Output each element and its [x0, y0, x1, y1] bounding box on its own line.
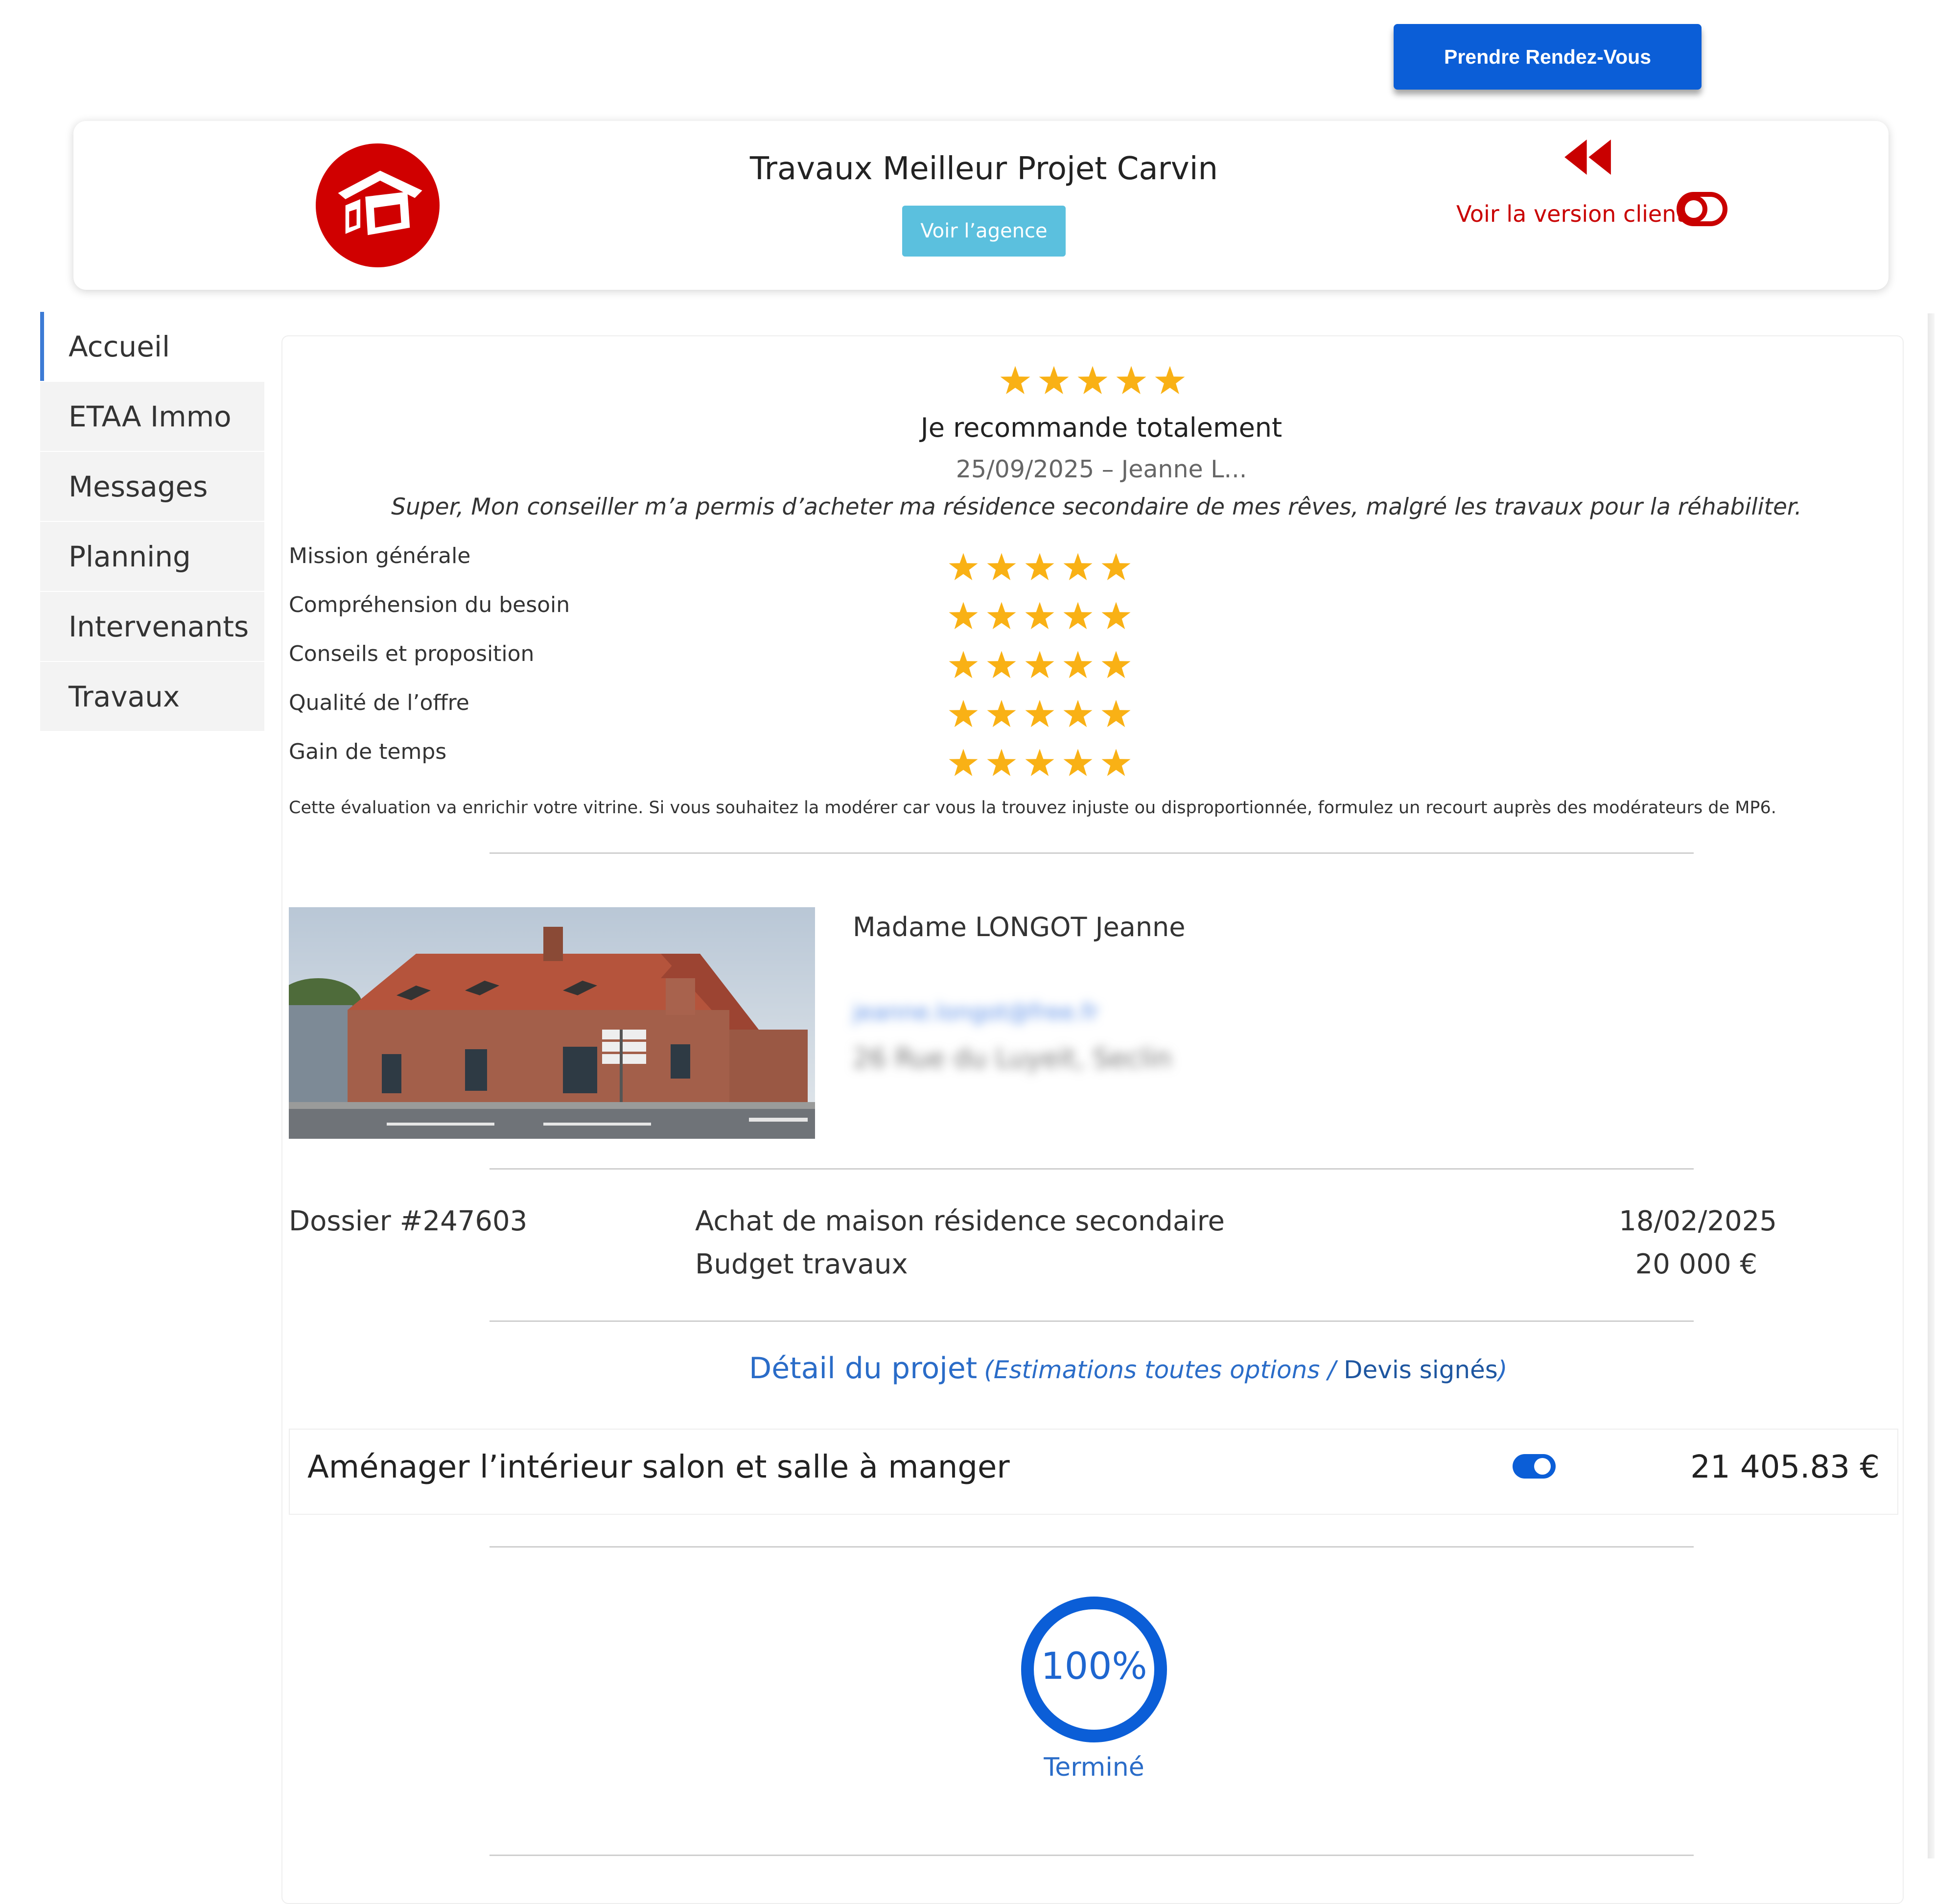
divider [490, 1168, 1694, 1170]
criterion-rating [948, 601, 1139, 633]
toggle-icon[interactable] [1677, 192, 1727, 226]
star-icon [987, 749, 1016, 776]
star-icon [1101, 602, 1131, 630]
star-icon [1025, 651, 1054, 679]
star-icon [1063, 553, 1093, 581]
criterion-rating [948, 552, 1139, 584]
divider [490, 1855, 1694, 1856]
star-icon [1000, 366, 1030, 395]
client-address: 26 Rue du Luyeit, Seclin [853, 1043, 1172, 1074]
criterion-label: Conseils et proposition [289, 641, 535, 666]
star-icon [1101, 700, 1131, 728]
star-icon [1039, 366, 1069, 395]
client-version-link[interactable]: Voir la version client [1456, 201, 1685, 227]
overall-rating [1000, 365, 1193, 398]
estimations-link[interactable]: Estimations toutes options / [994, 1356, 1336, 1384]
review-meta: 25/09/2025 – Jeanne L... [956, 455, 1247, 483]
rewind-icon[interactable] [1564, 140, 1611, 175]
paren-open: ( [984, 1356, 994, 1384]
star-icon [1101, 553, 1131, 581]
star-icon [1077, 366, 1108, 395]
divider [490, 852, 1694, 854]
star-icon [1063, 749, 1093, 776]
star-icon [1025, 700, 1054, 728]
star-icon [1025, 602, 1054, 630]
criterion-rating [948, 699, 1139, 731]
property-photo [289, 907, 815, 1139]
star-icon [1063, 602, 1093, 630]
criterion-label: Mission générale [289, 543, 471, 568]
review-disclaimer: Cette évaluation va enrichir votre vitri… [289, 798, 1776, 818]
star-icon [1101, 749, 1131, 776]
criterion-rating [948, 748, 1139, 780]
paren-close: ) [1497, 1356, 1508, 1384]
star-icon [949, 749, 978, 776]
project-detail-heading: Détail du projet (Estimations toutes opti… [749, 1351, 1507, 1386]
project-detail-subtitle: (Estimations toutes options / Devis sign… [984, 1356, 1507, 1384]
star-icon [1101, 651, 1131, 679]
criterion-rating [948, 650, 1139, 682]
project-type: Achat de maison résidence secondaire [695, 1205, 1225, 1237]
budget-value: 20 000 € [1635, 1248, 1757, 1280]
sidebar-item-etaa-immo[interactable]: ETAA Immo [40, 382, 264, 451]
review-title: Je recommande totalement [920, 412, 1283, 443]
project-detail-title[interactable]: Détail du projet [749, 1351, 977, 1386]
sidebar-item-messages[interactable]: Messages [40, 452, 264, 521]
star-icon [949, 553, 978, 581]
divider [490, 1546, 1694, 1548]
progress-status: Terminé [1044, 1753, 1144, 1782]
criterion-label: Gain de temps [289, 739, 447, 764]
star-icon [1025, 553, 1054, 581]
review-text: Super, Mon conseiller m’a permis d’achet… [391, 494, 1802, 520]
star-icon [949, 602, 978, 630]
star-icon [1063, 651, 1093, 679]
client-email[interactable]: jeanne.longot@free.fr [853, 999, 1098, 1025]
progress-percentage: 100% [1041, 1644, 1147, 1688]
scroll-edge [1928, 313, 1935, 1858]
view-agency-button[interactable]: Voir l’agence [902, 206, 1066, 257]
sidebar-item-accueil[interactable]: Accueil [40, 312, 264, 381]
star-icon [949, 700, 978, 728]
work-item-amount: 21 405.83 € [1690, 1449, 1880, 1485]
star-icon [987, 553, 1016, 581]
sidebar-item-planning[interactable]: Planning [40, 522, 264, 591]
project-date: 18/02/2025 [1619, 1205, 1777, 1237]
star-icon [987, 651, 1016, 679]
sidebar-item-travaux[interactable]: Travaux [40, 662, 264, 731]
divider [490, 1320, 1694, 1322]
work-item-title: Aménager l’intérieur salon et salle à ma… [307, 1449, 1010, 1485]
appointment-button[interactable]: Prendre Rendez-Vous [1394, 24, 1702, 90]
star-icon [1025, 749, 1054, 776]
work-item-toggle[interactable] [1513, 1452, 1556, 1481]
signed-quotes-link[interactable]: Devis signés [1344, 1356, 1498, 1384]
criterion-label: Qualité de l’offre [289, 690, 469, 715]
budget-label: Budget travaux [695, 1248, 908, 1280]
star-icon [949, 651, 978, 679]
star-icon [987, 602, 1016, 630]
sidebar: Accueil ETAA Immo Messages Planning Inte… [40, 312, 264, 732]
dossier-number: Dossier #247603 [289, 1205, 528, 1237]
sidebar-item-intervenants[interactable]: Intervenants [40, 592, 264, 661]
star-icon [1155, 366, 1185, 395]
agency-name: Travaux Meilleur Projet Carvin [749, 151, 1218, 187]
client-name: Madame LONGOT Jeanne [853, 912, 1186, 942]
star-icon [987, 700, 1016, 728]
star-icon [1116, 366, 1146, 395]
star-icon [1063, 700, 1093, 728]
house-logo-icon [316, 143, 440, 267]
criterion-label: Compréhension du besoin [289, 592, 570, 617]
